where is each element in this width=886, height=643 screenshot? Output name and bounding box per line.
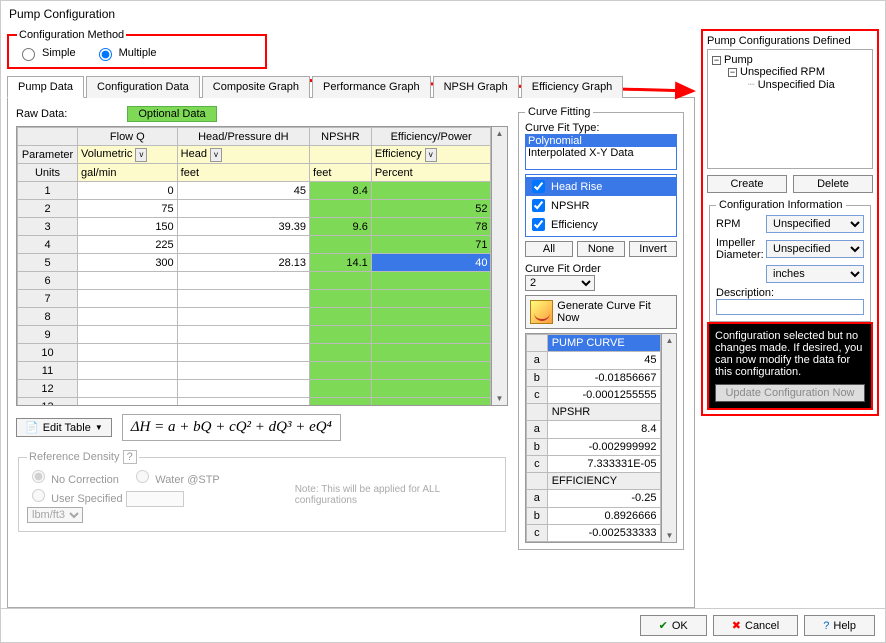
coef-scrollbar[interactable] [661,334,676,542]
cancel-button[interactable]: ✖Cancel [713,615,798,636]
coefficient-table[interactable]: PUMP CURVEa45b-0.01856667c-0.0001255555N… [525,333,677,543]
delete-button[interactable]: Delete [793,175,873,193]
density-note: Note: This will be applied for ALL confi… [295,484,497,506]
status-message: Configuration selected but no changes ma… [707,322,873,410]
update-configuration-button[interactable]: Update Configuration Now [715,384,865,402]
edit-table-button[interactable]: 📄Edit Table ▼ [16,418,112,437]
raw-data-grid[interactable]: Flow QHead/Pressure dHNPSHREfficiency/Po… [16,126,508,406]
radio-water-stp[interactable]: Water @STP [131,474,220,486]
x-icon: ✖ [732,619,741,632]
radio-no-correction[interactable]: No Correction [27,474,119,486]
tab-composite-graph[interactable]: Composite Graph [202,76,310,98]
density-unit-select[interactable]: lbm/ft3 [27,507,83,523]
check-icon: ✔ [659,619,668,632]
curve-fitting-group: Curve Fitting Curve Fit Type: Polynomial… [518,106,684,550]
ok-button[interactable]: ✔OK [640,615,707,636]
curve-fit-order-select[interactable]: 2 [525,275,595,291]
window-title: Pump Configuration [1,1,885,27]
curve-fit-order-label: Curve Fit Order [525,263,677,275]
select-none-button[interactable]: None [577,241,625,257]
tab-bar: Pump Data Configuration Data Composite G… [7,75,695,98]
create-button[interactable]: Create [707,175,787,193]
impeller-unit-select[interactable]: inches [766,265,864,283]
help-icon[interactable]: ? [123,450,137,464]
config-method-group: Configuration Method Simple Multiple [7,29,267,69]
radio-user-specified[interactable]: User Specified [27,493,123,505]
radio-simple[interactable]: Simple [17,45,76,61]
config-method-legend: Configuration Method [17,29,126,41]
tab-npsh-graph[interactable]: NPSH Graph [433,76,519,98]
density-value-input[interactable] [126,491,184,507]
invert-button[interactable]: Invert [629,241,677,257]
curve-series-checklist[interactable]: Head Rise NPSHR Efficiency [525,174,677,237]
description-label: Description: [716,287,864,299]
reference-density-group: Reference Density ? No Correction Water … [18,451,506,532]
tab-pump-data[interactable]: Pump Data [7,76,84,98]
curve-icon [530,300,553,324]
raw-data-label: Raw Data: [16,108,67,120]
curve-fit-type-list[interactable]: Polynomial Interpolated X-Y Data [525,134,677,170]
description-input[interactable] [716,299,864,315]
optional-data-button[interactable]: Optional Data [127,106,216,122]
rpm-select[interactable]: Unspecified [766,215,864,233]
tab-configuration-data[interactable]: Configuration Data [86,76,200,98]
select-all-button[interactable]: All [525,241,573,257]
pump-configurations-defined: Pump Configurations Defined −Pump −Unspe… [701,29,879,416]
table-icon: 📄 [25,421,39,434]
radio-multiple[interactable]: Multiple [94,45,157,61]
configuration-information: Configuration Information RPMUnspecified… [709,199,871,322]
curve-fit-type-label: Curve Fit Type: [525,122,677,134]
help-button[interactable]: ?Help [804,615,875,636]
grid-scrollbar[interactable] [491,127,507,405]
help-icon: ? [823,620,829,632]
impeller-select[interactable]: Unspecified [766,240,864,258]
tab-efficiency-graph[interactable]: Efficiency Graph [521,76,624,98]
generate-curve-fit-button[interactable]: Generate Curve Fit Now [525,295,677,329]
formula-display: ΔH = a + bQ + cQ² + dQ³ + eQ⁴ [122,414,341,441]
config-tree[interactable]: −Pump −Unspecified RPM ┈ Unspecified Dia [707,49,873,169]
tab-performance-graph[interactable]: Performance Graph [312,76,431,98]
